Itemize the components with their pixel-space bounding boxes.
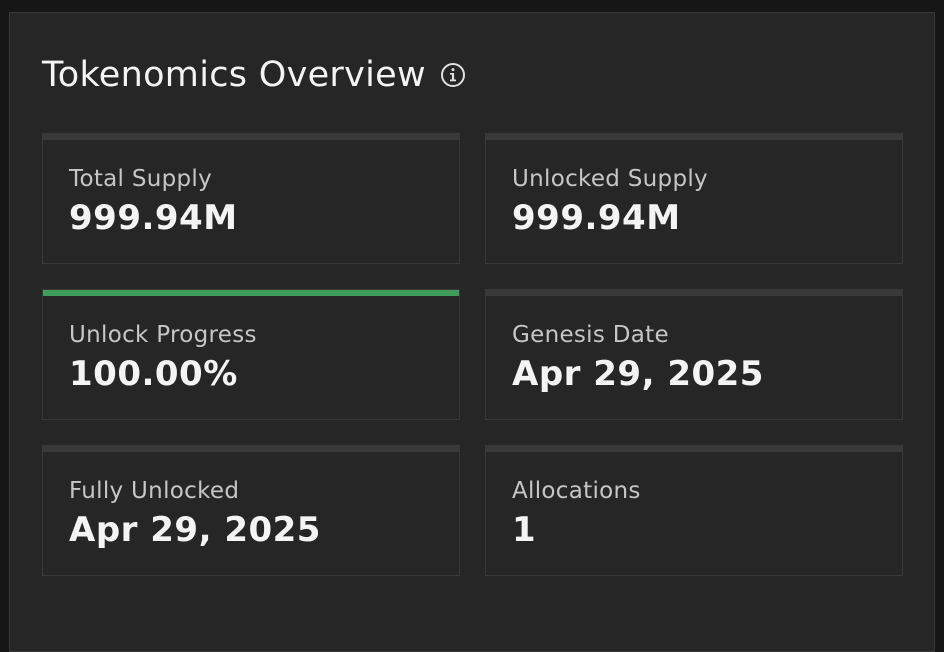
total-supply-card: Total Supply 999.94M [42,133,460,264]
card-label: Total Supply [69,166,213,192]
info-icon[interactable] [440,62,466,88]
card-label: Fully Unlocked [69,478,240,504]
card-top-bar [486,290,902,296]
card-value: 999.94M [512,198,681,238]
card-value: 100.00% [69,354,238,394]
unlock-progress-fill [43,290,459,296]
unlocked-supply-card: Unlocked Supply 999.94M [485,133,903,264]
card-top-bar [486,446,902,452]
allocations-card: Allocations 1 [485,445,903,576]
genesis-date-card: Genesis Date Apr 29, 2025 [485,289,903,420]
card-label: Unlock Progress [69,322,257,348]
card-value: Apr 29, 2025 [69,510,321,550]
card-label: Allocations [512,478,641,504]
card-value: 999.94M [69,198,238,238]
card-top-bar [43,134,459,140]
card-value: Apr 29, 2025 [512,354,764,394]
card-top-bar [486,134,902,140]
card-label: Genesis Date [512,322,669,348]
card-value: 1 [512,510,537,550]
card-top-bar [43,446,459,452]
unlock-progress-bar [43,290,459,296]
panel-title: Tokenomics Overview [42,55,426,95]
card-label: Unlocked Supply [512,166,708,192]
panel-header: Tokenomics Overview [42,55,466,95]
tokenomics-panel: Tokenomics Overview Total Supply 999.94M… [9,12,935,652]
unlock-progress-card: Unlock Progress 100.00% [42,289,460,420]
fully-unlocked-card: Fully Unlocked Apr 29, 2025 [42,445,460,576]
